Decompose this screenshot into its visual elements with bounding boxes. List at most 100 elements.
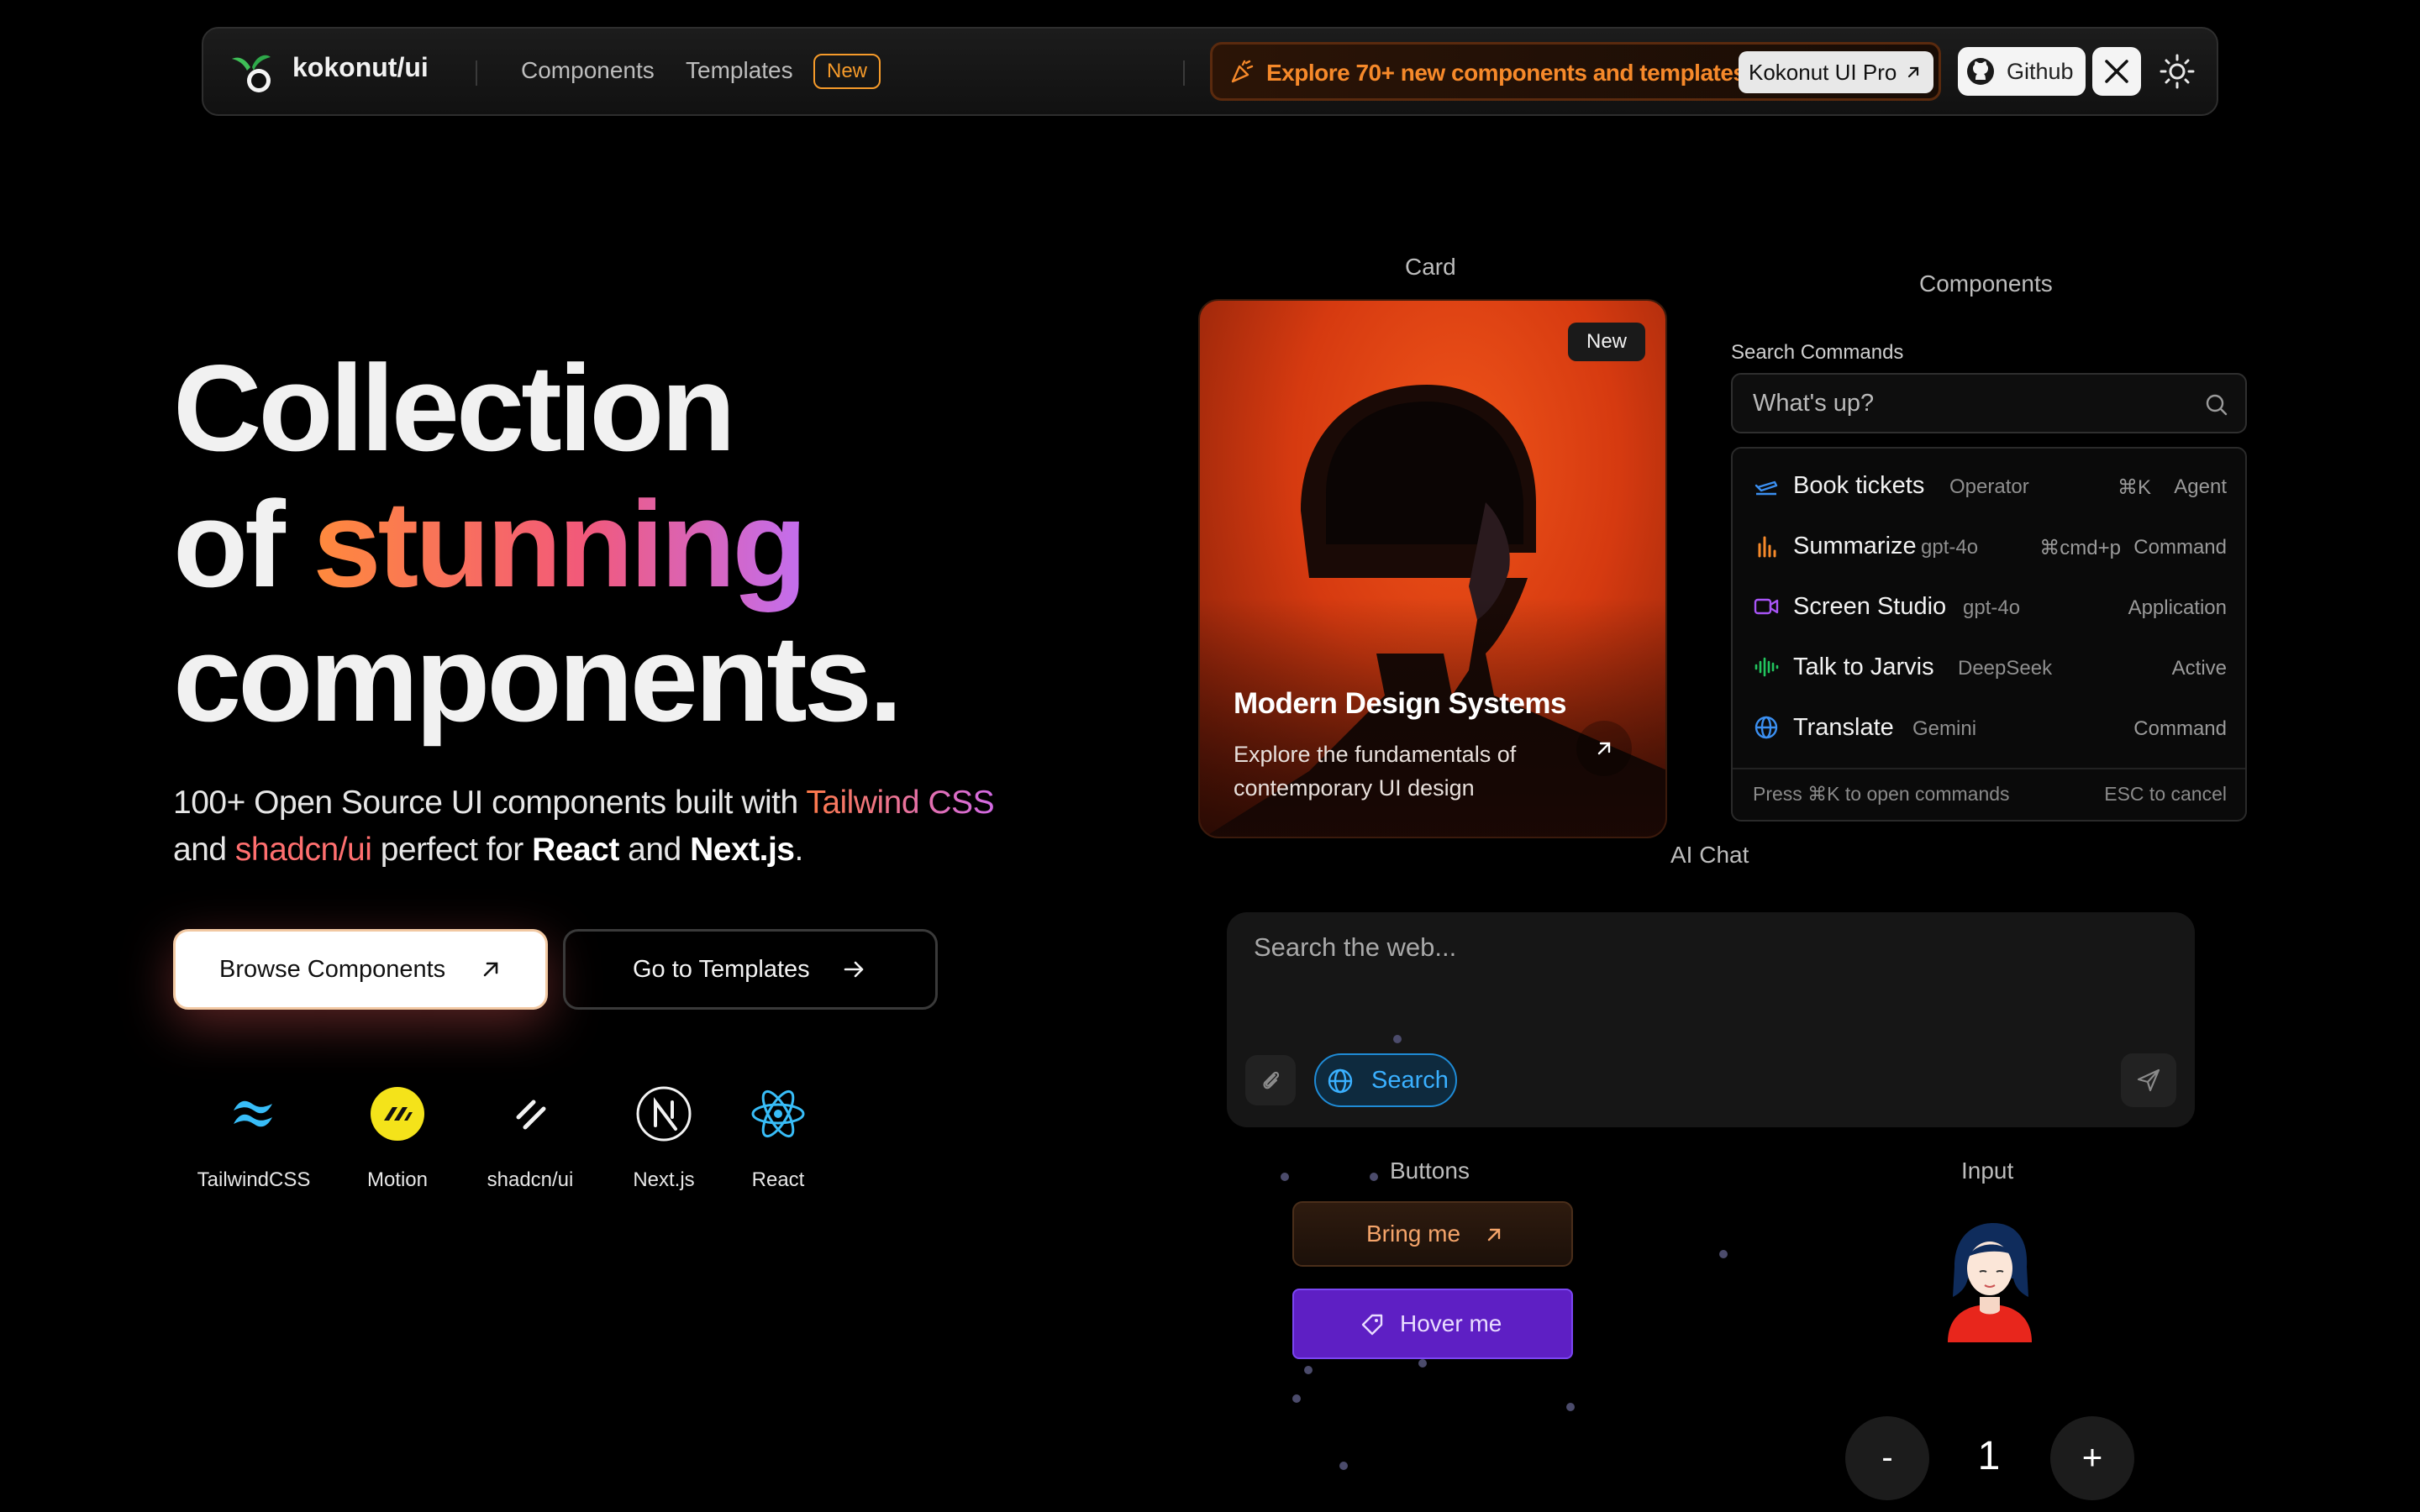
- design-system-card[interactable]: New Modern Design Systems Explore the fu…: [1198, 299, 1667, 838]
- command-sub: Gemini: [1912, 717, 1977, 740]
- tech-label: TailwindCSS: [197, 1168, 311, 1191]
- command-label: Screen Studio: [1793, 593, 1947, 620]
- subtitle-text: .: [794, 832, 804, 868]
- hero-subtitle-line-2: and shadcn/ui perfect for React and Next…: [173, 832, 803, 869]
- particle-dot: [1418, 1359, 1427, 1368]
- attach-button[interactable]: [1245, 1055, 1296, 1105]
- bring-me-label: Bring me: [1366, 1221, 1461, 1247]
- templates-button-label: Go to Templates: [633, 956, 810, 983]
- promo-banner[interactable]: Explore 70+ new components and templates…: [1210, 42, 1941, 101]
- stepper-increment-button[interactable]: +: [2050, 1416, 2134, 1500]
- tech-shadcn: shadcn/ui: [463, 1084, 597, 1192]
- command-sub: Operator: [1949, 475, 2029, 498]
- nextjs-text: Next.js: [690, 832, 795, 868]
- command-footer-cancel: ESC to cancel: [2104, 783, 2227, 805]
- nav-divider: [1183, 60, 1185, 86]
- github-icon: [1967, 58, 1994, 85]
- command-item-talk-to-jarvis[interactable]: Talk to Jarvis DeepSeek Active: [1733, 637, 2245, 697]
- command-shortcut: ⌘K: [2117, 476, 2151, 499]
- command-type: Command: [2133, 536, 2227, 559]
- coconut-logo-icon[interactable]: [229, 49, 276, 96]
- hover-me-button[interactable]: Hover me: [1292, 1289, 1573, 1359]
- motion-icon: [371, 1087, 424, 1141]
- send-button[interactable]: [2121, 1053, 2176, 1107]
- react-icon: [751, 1089, 805, 1138]
- command-search-input[interactable]: [1753, 390, 2173, 417]
- hero-title-of: of: [173, 475, 313, 612]
- nav-link-templates[interactable]: Templates: [686, 57, 793, 84]
- particle-dot: [1370, 1173, 1378, 1181]
- send-icon: [2137, 1068, 2160, 1092]
- avatar-illustration: [1948, 1223, 2032, 1342]
- command-shortcut: ⌘cmd+p: [2039, 537, 2121, 559]
- command-label: Summarize: [1793, 533, 1917, 559]
- theme-toggle-sun-icon[interactable]: [2154, 49, 2200, 94]
- x-social-button[interactable]: [2092, 47, 2141, 96]
- kokonut-pro-button[interactable]: Kokonut UI Pro: [1739, 51, 1933, 93]
- arrow-up-right-icon: [1597, 742, 1611, 755]
- search-commands-title: Search Commands: [1731, 341, 1904, 364]
- particle-dot: [1292, 1394, 1301, 1403]
- bar-chart-icon: [1758, 536, 1776, 558]
- arrow-right-icon: [844, 961, 864, 978]
- tech-react: React: [711, 1084, 845, 1192]
- hero-title-line-2: of stunning: [173, 475, 808, 612]
- command-sub: gpt-4o: [1921, 536, 1979, 559]
- command-label: Book tickets: [1793, 472, 1925, 499]
- command-item-screen-studio[interactable]: Screen Studio gpt-4o Application: [1733, 576, 2245, 637]
- web-search-toggle[interactable]: Search: [1314, 1053, 1457, 1107]
- globe-icon: [1754, 716, 1778, 739]
- command-search-box: [1731, 373, 2247, 433]
- tag-icon: [1361, 1314, 1383, 1336]
- tailwind-icon: [234, 1100, 272, 1127]
- subtitle-text: 100+ Open Source UI components built wit…: [173, 785, 807, 821]
- chat-input[interactable]: [1254, 932, 2094, 963]
- search-icon: [2206, 394, 2228, 416]
- particle-dot: [1566, 1403, 1575, 1411]
- shadcn-icon: [516, 1100, 546, 1130]
- hero-title-line-3: components.: [173, 610, 903, 747]
- command-type: Application: [2128, 596, 2227, 619]
- particle-dot: [1304, 1366, 1313, 1374]
- command-sub: DeepSeek: [1958, 657, 2053, 680]
- command-label: Talk to Jarvis: [1793, 654, 1934, 680]
- shadcn-link[interactable]: shadcn/ui: [235, 832, 372, 868]
- paperclip-icon: [1263, 1071, 1280, 1089]
- hero-subtitle-line-1: 100+ Open Source UI components built wit…: [173, 785, 995, 822]
- stepper-value: 1: [1977, 1434, 2001, 1478]
- section-label-input: Input: [1961, 1158, 2014, 1184]
- stepper-decrement-button[interactable]: -: [1845, 1416, 1929, 1500]
- command-item-book-tickets[interactable]: Book tickets Operator ⌘K Agent: [1733, 455, 2245, 516]
- section-label-buttons: Buttons: [1390, 1158, 1470, 1184]
- section-label-card: Card: [1405, 254, 1456, 280]
- arrow-up-right-icon: [1487, 1228, 1501, 1242]
- tech-tailwind: TailwindCSS: [187, 1084, 321, 1192]
- command-type: Active: [2171, 657, 2227, 680]
- search-toggle-label: Search: [1371, 1067, 1449, 1094]
- brand-name[interactable]: kokonut/ui: [292, 52, 429, 83]
- video-icon: [1754, 598, 1779, 615]
- github-button[interactable]: Github: [1958, 47, 2086, 96]
- card-open-button[interactable]: [1576, 721, 1632, 776]
- bring-me-button[interactable]: Bring me: [1292, 1201, 1573, 1267]
- nav-link-components[interactable]: Components: [521, 57, 655, 84]
- tech-label: React: [751, 1168, 805, 1191]
- pro-button-label: Kokonut UI Pro: [1749, 60, 1897, 85]
- card-title: Modern Design Systems: [1234, 687, 1567, 720]
- party-popper-icon: [1231, 60, 1254, 83]
- go-to-templates-button[interactable]: Go to Templates: [563, 929, 938, 1010]
- tech-label: Motion: [366, 1168, 429, 1191]
- card-new-badge: New: [1567, 323, 1645, 361]
- command-type: Command: [2133, 717, 2227, 740]
- nextjs-icon: [636, 1086, 692, 1142]
- particle-dot: [1719, 1250, 1728, 1258]
- plane-icon: [1754, 480, 1778, 496]
- top-navbar: kokonut/ui Components Templates New Expl…: [202, 27, 2218, 116]
- nav-divider: [476, 60, 477, 86]
- tailwind-link[interactable]: Tailwind CSS: [806, 785, 994, 821]
- command-item-translate[interactable]: Translate Gemini Command: [1733, 697, 2245, 758]
- browse-components-button[interactable]: Browse Components: [173, 929, 548, 1010]
- command-item-summarize[interactable]: Summarize gpt-4o ⌘cmd+p Command: [1733, 516, 2245, 576]
- command-footer: Press ⌘K to open commands ESC to cancel: [1733, 768, 2245, 820]
- globe-icon: [1328, 1068, 1353, 1094]
